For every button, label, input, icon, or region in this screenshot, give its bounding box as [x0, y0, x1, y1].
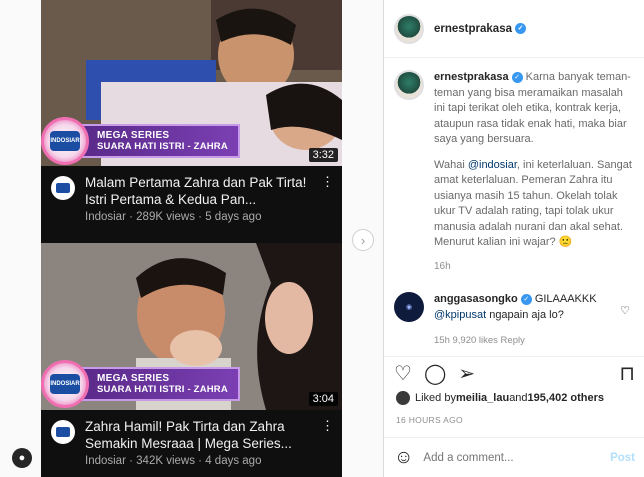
caption-timestamp: 16h — [434, 260, 451, 272]
post-button[interactable]: Post — [610, 452, 635, 464]
upload-age: 5 days ago — [205, 211, 262, 223]
caption-text-2b: , ini keterlaluan. Sangat amat keterlalu… — [434, 158, 632, 249]
mention-link[interactable]: @kpipusat — [434, 309, 486, 321]
video-info-1[interactable]: Malam Pertama Zahra dan Pak Tirta! Istri… — [41, 168, 342, 223]
media-image[interactable]: INDOSIAR MEGA SERIES SUARA HATI ISTRI - … — [41, 0, 342, 477]
comment-item: ◉ anggasasongko ✓ GILAAAKKK @kpipusat nga… — [384, 274, 644, 349]
video-meta: Indosiar · 342K views · 4 days ago — [85, 455, 262, 467]
view-count: 342K views — [136, 455, 195, 467]
channel-avatar[interactable] — [51, 420, 75, 444]
caption-username[interactable]: ernestprakasa — [434, 71, 509, 83]
likes-count[interactable]: 195,402 others — [528, 392, 604, 404]
comment-text: GILAAAKKK — [534, 293, 597, 305]
video-duration: 3:32 — [308, 148, 338, 162]
channel-name: Indosiar — [85, 211, 126, 223]
video-title[interactable]: Malam Pertama Zahra dan Pak Tirta! Istri… — [85, 174, 317, 208]
avatar[interactable] — [394, 13, 424, 44]
likes-prefix: Liked by — [415, 392, 456, 404]
comment-input[interactable] — [423, 451, 611, 464]
caption-text-2a: Wahai — [434, 158, 468, 171]
banner-title: MEGA SERIES — [97, 373, 170, 384]
post-details-panel: ernestprakasa ✓ ernestprakasa ✓ Karna bany… — [383, 0, 644, 477]
mention-link[interactable]: @indosiar — [468, 159, 517, 171]
share-icon[interactable]: ➢ — [458, 363, 475, 385]
action-bar: ♡ ◯ ➢ ⊓ — [384, 356, 644, 391]
series-banner-1: INDOSIAR MEGA SERIES SUARA HATI ISTRI - … — [41, 117, 240, 165]
comment-heart-icon[interactable]: ♡ — [620, 304, 630, 317]
post-header: ernestprakasa ✓ — [384, 0, 644, 58]
video-duration: 3:04 — [308, 392, 338, 406]
more-options-icon[interactable]: ⋮ — [317, 168, 342, 223]
header-username[interactable]: ernestprakasa ✓ — [434, 23, 526, 35]
channel-name: Indosiar — [85, 455, 126, 467]
comment-text-2: ngapain aja lo? — [486, 308, 564, 321]
heart-icon[interactable]: ♡ — [394, 363, 412, 385]
comment-username[interactable]: anggasasongko — [434, 293, 518, 305]
avatar[interactable] — [396, 391, 410, 405]
indosiar-logo: INDOSIAR — [41, 117, 89, 165]
verified-badge-icon: ✓ — [520, 293, 532, 305]
video-info-2[interactable]: Zahra Hamil! Pak Tirta dan Zahra Semakin… — [41, 412, 342, 467]
avatar[interactable] — [394, 70, 424, 100]
verified-badge-icon: ✓ — [515, 22, 526, 34]
bookmark-icon[interactable]: ⊓ — [619, 363, 635, 385]
more-options-icon[interactable]: ⋮ — [317, 412, 342, 467]
video-thumbnail-2[interactable]: INDOSIAR MEGA SERIES SUARA HATI ISTRI - … — [41, 243, 342, 410]
indosiar-logo: INDOSIAR — [41, 360, 89, 408]
banner-subtitle: SUARA HATI ISTRI - ZAHRA — [97, 141, 228, 152]
banner-title: MEGA SERIES — [97, 130, 170, 141]
post-time: 16 HOURS AGO — [396, 415, 463, 425]
banner-subtitle: SUARA HATI ISTRI - ZAHRA — [97, 384, 228, 395]
verified-badge-icon: ✓ — [511, 71, 523, 83]
view-count: 289K views — [136, 211, 195, 223]
likes-mid: and — [509, 392, 528, 404]
tagged-user-icon[interactable]: ● — [12, 448, 32, 468]
chevron-right-icon[interactable]: › — [352, 229, 374, 251]
comment-icon[interactable]: ◯ — [424, 363, 446, 385]
video-thumbnail-1[interactable]: INDOSIAR MEGA SERIES SUARA HATI ISTRI - … — [41, 0, 342, 166]
likes-user[interactable]: meilia_lau — [456, 392, 509, 404]
add-comment-bar: ☺ Post — [384, 437, 644, 477]
avatar[interactable]: ◉ — [394, 292, 424, 322]
video-title[interactable]: Zahra Hamil! Pak Tirta dan Zahra Semakin… — [85, 418, 317, 452]
post-caption: ernestprakasa ✓ Karna banyak teman-teman … — [384, 58, 644, 274]
emoji-icon[interactable]: ☺ — [394, 447, 413, 469]
comment-meta[interactable]: 15h 9,920 likes Reply — [434, 333, 597, 349]
channel-avatar[interactable] — [51, 176, 75, 200]
video-meta: Indosiar · 289K views · 5 days ago — [85, 211, 262, 223]
upload-age: 4 days ago — [205, 455, 262, 467]
series-banner-2: INDOSIAR MEGA SERIES SUARA HATI ISTRI - … — [41, 360, 240, 408]
likes-summary: Liked by meilia_lau and 195,402 others — [396, 391, 604, 405]
